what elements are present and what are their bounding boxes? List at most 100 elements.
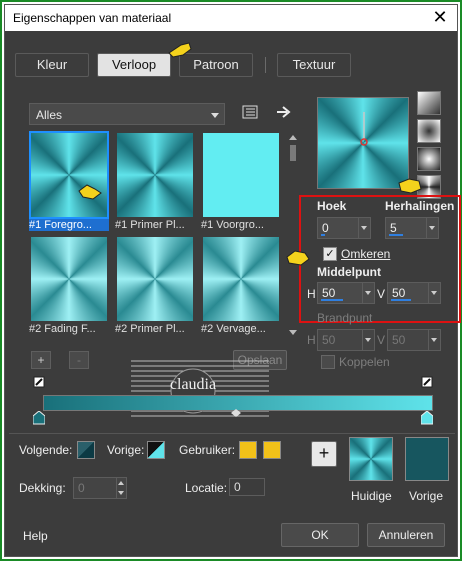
middelpunt-v-slider[interactable] — [391, 299, 411, 301]
current-gradient-swatch[interactable] — [349, 437, 393, 481]
material-properties-dialog: Eigenschappen van materiaal ✕ Kleur Verl… — [4, 4, 461, 557]
gradient-scrollbar[interactable] — [287, 131, 299, 339]
middelpunt-v-value: 50 — [392, 286, 406, 300]
midpoint-diamond-icon[interactable] — [231, 409, 241, 417]
gebruiker-label: Gebruiker: — [179, 443, 236, 457]
gradient-thumbnail — [29, 131, 109, 219]
gradient-tile[interactable]: #2 Fading F... — [29, 235, 109, 335]
locatie-input[interactable]: 0 — [229, 478, 265, 496]
hoek-spinner[interactable]: 0 — [317, 217, 371, 239]
gradient-tile[interactable]: #1 Primer Pl... — [115, 131, 195, 231]
dekking-value: 0 — [78, 481, 85, 495]
hoek-slider[interactable] — [321, 234, 325, 236]
gradient-tile[interactable]: #2 Primer Pl... — [115, 235, 195, 335]
herhalingen-label: Herhalingen — [385, 199, 455, 213]
locatie-label: Locatie: — [185, 481, 228, 495]
sunburst-gradient-style-button[interactable] — [417, 147, 441, 171]
gradient-preview[interactable] — [317, 97, 409, 189]
chevron-down-icon — [211, 113, 219, 118]
hand-pointer-icon — [286, 250, 310, 266]
user-color-swatch[interactable] — [239, 441, 257, 459]
brandpunt-h-label: H — [307, 333, 316, 347]
herhalingen-spinner[interactable]: 5 — [385, 217, 439, 239]
gradient-tile[interactable]: #2 Vervage... — [201, 235, 281, 335]
middelpunt-h-dropdown[interactable] — [362, 283, 374, 303]
gradient-grid: #1 Foregro... #1 Primer Pl... #1 Voorgro… — [29, 131, 285, 341]
hoek-dropdown[interactable] — [358, 218, 370, 238]
list-view-icon[interactable] — [241, 103, 259, 121]
linear-gradient-style-button[interactable] — [417, 91, 441, 115]
volgende-label: Volgende: — [19, 443, 73, 457]
omkeren-label: Omkeren — [341, 247, 391, 261]
gradient-thumbnail — [117, 237, 193, 321]
ok-button[interactable]: OK — [281, 523, 359, 547]
hand-pointer-icon — [78, 184, 102, 200]
herhalingen-slider[interactable] — [389, 234, 403, 236]
brandpunt-h-value: 50 — [322, 333, 336, 347]
start-color-stop-icon[interactable] — [33, 376, 45, 390]
scroll-up-icon[interactable] — [289, 135, 297, 140]
gradient-tile[interactable]: #1 Voorgro... — [201, 131, 281, 231]
arrow-right-icon[interactable] — [275, 103, 293, 121]
vorige-swatch-label: Vorige — [409, 489, 444, 503]
dekking-stepper[interactable] — [116, 478, 126, 498]
add-swatch-button[interactable]: + — [311, 441, 337, 467]
hoek-value: 0 — [322, 221, 329, 235]
rectangular-gradient-style-button[interactable] — [417, 119, 441, 143]
close-icon[interactable]: ✕ — [429, 7, 451, 29]
middelpunt-h-value: 50 — [322, 286, 336, 300]
scroll-down-icon[interactable] — [289, 330, 297, 335]
hand-pointer-icon — [168, 42, 192, 58]
gradient-thumbnail — [203, 133, 279, 217]
koppelen-label: Koppelen — [339, 355, 390, 369]
brandpunt-v-value: 50 — [392, 333, 406, 347]
gradient-label: #2 Primer Pl... — [115, 323, 185, 335]
vorige-label: Vorige: — [107, 443, 145, 457]
tab-separator — [265, 57, 266, 73]
brandpunt-label: Brandpunt — [317, 311, 373, 325]
huidige-label: Huidige — [351, 489, 392, 503]
category-dropdown-value: Alles — [36, 108, 63, 122]
middelpunt-v-spinner[interactable]: 50 — [387, 282, 441, 304]
dekking-spinner[interactable]: 0 — [73, 477, 127, 499]
volgende-swatch[interactable] — [77, 441, 95, 459]
middelpunt-v-dropdown[interactable] — [428, 283, 440, 303]
brandpunt-h-spinner[interactable]: 50 — [317, 329, 375, 351]
watermark-text: claudia — [170, 376, 216, 393]
remove-stop-button[interactable]: - — [69, 351, 89, 369]
end-stop-marker-icon[interactable] — [421, 411, 433, 425]
middelpunt-h-label: H — [307, 287, 316, 301]
vorige-mini-swatch[interactable] — [147, 441, 165, 459]
herhalingen-dropdown[interactable] — [426, 218, 438, 238]
gradient-thumbnail — [203, 237, 279, 321]
middelpunt-label: Middelpunt — [317, 265, 381, 279]
middelpunt-h-spinner[interactable]: 50 — [317, 282, 375, 304]
cancel-button[interactable]: Annuleren — [367, 523, 445, 547]
tab-kleur[interactable]: Kleur — [15, 53, 89, 77]
add-stop-button[interactable]: + — [31, 351, 51, 369]
category-dropdown[interactable]: Alles — [29, 103, 225, 125]
gradient-tile[interactable]: #1 Foregro... — [29, 131, 109, 231]
title-bar: Eigenschappen van materiaal ✕ — [5, 5, 457, 31]
gradient-handle-icon[interactable] — [354, 112, 374, 148]
scroll-thumb[interactable] — [290, 145, 296, 161]
brandpunt-v-label: V — [377, 333, 386, 347]
gradient-label: #1 Foregro... — [29, 219, 109, 231]
gradient-thumbnail — [31, 237, 107, 321]
brandpunt-v-spinner[interactable]: 50 — [387, 329, 441, 351]
middelpunt-h-slider[interactable] — [321, 299, 343, 301]
brandpunt-v-dropdown[interactable] — [428, 330, 440, 350]
help-link[interactable]: Help — [23, 529, 48, 543]
tab-textuur[interactable]: Textuur — [277, 53, 351, 77]
gradient-thumbnail — [117, 133, 193, 217]
hand-pointer-icon — [398, 178, 422, 194]
koppelen-checkbox[interactable] — [321, 355, 335, 369]
tab-verloop[interactable]: Verloop — [97, 53, 171, 77]
brandpunt-h-dropdown[interactable] — [362, 330, 374, 350]
end-color-stop-icon[interactable] — [421, 376, 433, 390]
omkeren-checkbox[interactable]: ✓ — [323, 247, 337, 261]
window-title: Eigenschappen van materiaal — [13, 11, 172, 25]
previous-color-swatch[interactable] — [405, 437, 449, 481]
start-stop-marker-icon[interactable] — [33, 411, 45, 425]
user-color-swatch[interactable] — [263, 441, 281, 459]
